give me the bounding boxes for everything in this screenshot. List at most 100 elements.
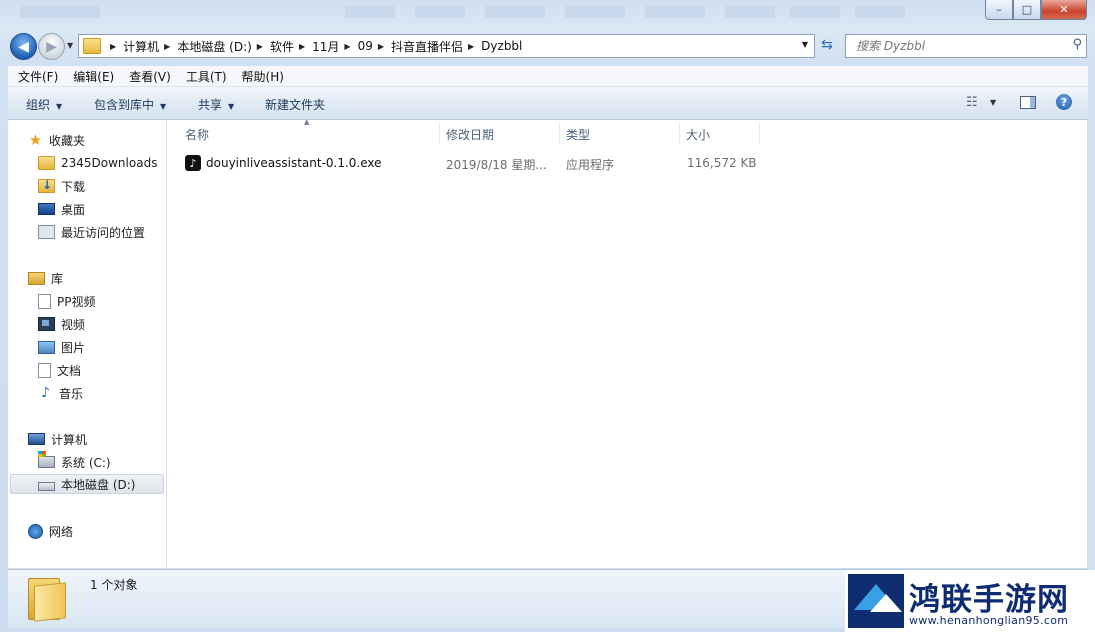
organize-button[interactable]: 组织 ▼: [26, 96, 62, 113]
chevron-right-icon: ▶: [256, 41, 263, 51]
chevron-down-icon: ▼: [228, 102, 235, 111]
share-button[interactable]: 共享 ▼: [198, 96, 234, 113]
chevron-right-icon: ▶: [110, 41, 117, 51]
column-header-name[interactable]: 名称: [185, 126, 209, 143]
breadcrumb-item[interactable]: 软件 ▶: [270, 38, 312, 55]
chevron-right-icon: ▶: [164, 41, 171, 51]
sidebar-header-label: 收藏夹: [49, 133, 86, 148]
menu-view[interactable]: 查看(V): [119, 68, 176, 85]
sidebar-item-drive-c[interactable]: 系统 (C:): [38, 451, 111, 472]
new-folder-button[interactable]: 新建文件夹: [265, 96, 325, 113]
include-in-library-button[interactable]: 包含到库中 ▼: [94, 96, 166, 113]
column-header-date[interactable]: 修改日期: [446, 126, 494, 143]
refresh-icon: ⇆: [821, 37, 833, 53]
download-folder-icon: [38, 178, 55, 193]
sidebar-item-label: 2345Downloads: [61, 156, 158, 170]
breadcrumb-label: 09: [357, 39, 373, 53]
chevron-right-icon: ▶: [344, 41, 351, 51]
address-dropdown-icon[interactable]: ▼: [802, 40, 808, 49]
column-header-size[interactable]: 大小: [686, 126, 710, 143]
watermark-url: www.henanhonglian95.com: [909, 614, 1069, 627]
computer-icon: [28, 433, 45, 445]
column-divider[interactable]: [559, 122, 560, 144]
sidebar-computer[interactable]: 计算机: [28, 429, 87, 449]
recent-places-icon: [38, 225, 55, 239]
menu-tools[interactable]: 工具(T): [176, 68, 232, 85]
file-row[interactable]: ♪ douyinliveassistant-0.1.0.exe 2019/8/1…: [185, 154, 765, 174]
tiktok-app-icon: ♪: [185, 155, 201, 171]
navigation-bar: ◀ ▶ ▼ ▶ 计算机 ▶ 本地磁盘 (D:) ▶ 软件 ▶ 11月 ▶ 09 ▶ 抖音直…: [8, 32, 1088, 60]
sidebar-item-label: 最近访问的位置: [61, 225, 146, 240]
file-size: 116,572 KB: [687, 156, 757, 170]
folder-icon: [83, 38, 101, 54]
sidebar-header-label: 网络: [49, 524, 74, 539]
sidebar-item-desktop[interactable]: 桌面: [38, 199, 85, 219]
sidebar-item-drive-d[interactable]: 本地磁盘 (D:): [10, 474, 164, 494]
menu-file[interactable]: 文件(F): [8, 68, 63, 85]
sidebar-item-label: 视频: [61, 317, 86, 332]
forward-button[interactable]: ▶: [38, 33, 65, 60]
sidebar-network[interactable]: 网络: [28, 521, 73, 541]
chevron-right-icon: ▶: [377, 41, 384, 51]
menu-edit[interactable]: 编辑(E): [63, 68, 119, 85]
sidebar-item-recent-places[interactable]: 最近访问的位置: [38, 222, 145, 242]
sidebar-item-documents[interactable]: 文档: [38, 360, 81, 380]
help-icon[interactable]: ?: [1056, 94, 1072, 110]
search-input[interactable]: [854, 38, 1058, 54]
maximize-button[interactable]: □: [1013, 0, 1041, 20]
minimize-button[interactable]: –: [985, 0, 1013, 20]
sidebar-item-label: 桌面: [61, 202, 86, 217]
sidebar-item-label: 音乐: [59, 386, 84, 401]
sidebar-item-pp-video[interactable]: PP视频: [38, 291, 95, 311]
sort-ascending-icon: ▲: [304, 118, 310, 126]
back-button[interactable]: ◀: [10, 33, 37, 60]
file-name: douyinliveassistant-0.1.0.exe: [206, 156, 382, 170]
sidebar-item-2345downloads[interactable]: 2345Downloads: [38, 153, 157, 173]
sidebar-item-label: 图片: [61, 340, 86, 355]
breadcrumb-item[interactable]: 计算机 ▶: [123, 38, 177, 55]
column-header-type[interactable]: 类型: [566, 126, 590, 143]
share-label: 共享: [198, 98, 223, 112]
breadcrumb-item[interactable]: 09 ▶: [358, 39, 391, 53]
window-controls: – □ ✕: [985, 0, 1087, 20]
view-options-icon[interactable]: ☷: [966, 95, 978, 110]
recent-pages-dropdown[interactable]: ▼: [67, 41, 73, 50]
column-divider[interactable]: [439, 122, 440, 144]
chevron-right-icon: ▶: [298, 41, 306, 51]
menu-bar: 文件(F) 编辑(E) 查看(V) 工具(T) 帮助(H): [8, 66, 1088, 87]
sidebar-item-label: PP视频: [57, 294, 96, 309]
refresh-button[interactable]: ⇆: [816, 35, 838, 55]
sidebar-item-videos[interactable]: 视频: [38, 314, 85, 334]
hard-drive-icon: [38, 482, 55, 491]
sidebar-item-downloads[interactable]: 下载: [38, 176, 85, 196]
folder-icon: [38, 156, 55, 170]
breadcrumb-item[interactable]: 11月 ▶: [312, 38, 357, 55]
sidebar-libraries[interactable]: 库: [28, 268, 63, 288]
column-divider[interactable]: [679, 122, 680, 144]
library-icon: [28, 271, 45, 285]
breadcrumb-item[interactable]: 本地磁盘 (D:) ▶: [177, 38, 270, 55]
close-button[interactable]: ✕: [1041, 0, 1087, 20]
chevron-down-icon[interactable]: ▼: [990, 98, 996, 107]
sidebar-favorites[interactable]: ★ 收藏夹: [28, 130, 85, 150]
search-icon[interactable]: ⚲: [1072, 37, 1082, 52]
sidebar-header-label: 库: [51, 271, 64, 286]
file-type: 应用程序: [566, 158, 615, 172]
menu-help[interactable]: 帮助(H): [232, 68, 289, 85]
column-divider[interactable]: [759, 122, 760, 144]
chevron-down-icon: ▼: [160, 102, 167, 111]
breadcrumb-item-current[interactable]: Dyzbbl: [481, 39, 522, 53]
system-drive-icon: [38, 451, 55, 468]
preview-pane-icon[interactable]: [1020, 96, 1036, 109]
search-box[interactable]: ⚲: [845, 34, 1087, 58]
large-folder-icon: [28, 578, 66, 622]
right-arrow-icon: ▶: [46, 38, 57, 55]
file-list: ▲ 名称 修改日期 类型 大小 ♪ douyinliveassistant-0.…: [167, 118, 1087, 568]
address-bar[interactable]: ▶ 计算机 ▶ 本地磁盘 (D:) ▶ 软件 ▶ 11月 ▶ 09 ▶ 抖音直播伴侣 ▶ D…: [78, 34, 815, 58]
breadcrumb-root-arrow[interactable]: ▶: [105, 42, 123, 51]
sidebar-item-music[interactable]: ♪ 音乐: [38, 383, 83, 403]
sidebar-item-pictures[interactable]: 图片: [38, 337, 85, 357]
breadcrumb-label: 抖音直播伴侣: [391, 39, 464, 54]
breadcrumb-item[interactable]: 抖音直播伴侣 ▶: [391, 38, 481, 55]
sidebar-item-label: 下载: [61, 179, 86, 194]
